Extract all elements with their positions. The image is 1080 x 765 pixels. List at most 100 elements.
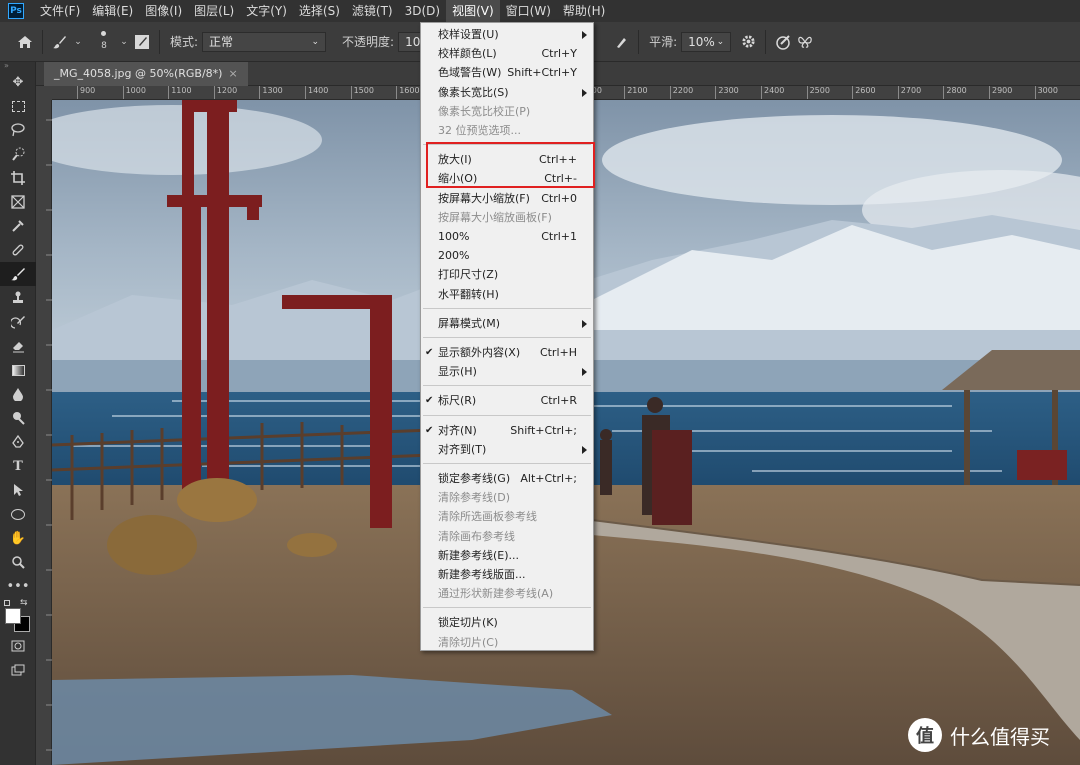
view-menu-item[interactable]: 校样设置(U) [421,25,593,44]
menu-type[interactable]: 文字(Y) [240,0,293,22]
view-menu-item[interactable]: 打印尺寸(Z) [421,265,593,284]
symmetry-butterfly-icon[interactable] [794,31,816,53]
view-menu-item[interactable]: 新建参考线(E)... [421,546,593,565]
menu-item-label: 200% [438,249,470,263]
zoom-tool-icon[interactable] [0,550,36,574]
view-menu-item[interactable]: 色域警告(W) Shift+Ctrl+Y [421,63,593,82]
ruler-tick-label: 1200 [213,86,237,99]
swap-colors-icon[interactable]: ⇆ [20,598,28,608]
view-menu-item[interactable]: 校样颜色(L) Ctrl+Y [421,44,593,63]
menu-separator [423,385,591,387]
ruler-tick-label: 1600 [396,86,420,99]
home-icon[interactable] [14,31,36,53]
eyedropper-tool-icon[interactable] [0,214,36,238]
view-menu-item[interactable]: 锁定参考线(G) Alt+Ctrl+; [421,469,593,488]
view-menu-item[interactable]: 锁定切片(K) [421,613,593,632]
menu-3d[interactable]: 3D(D) [399,0,446,22]
mode-select[interactable]: 正常 ⌄ [202,31,327,52]
ruler-tick-label: 3000 [1034,86,1058,99]
menu-layer[interactable]: 图层(L) [188,0,240,22]
brush-preset-icon[interactable] [49,31,71,53]
pressure-angle-icon[interactable] [772,31,794,53]
smoothing-input[interactable]: 10% ⌄ [681,31,732,52]
quick-select-tool-icon[interactable] [0,142,36,166]
menu-item-label: 清除画布参考线 [438,529,515,543]
blur-tool-icon[interactable] [0,382,36,406]
view-menu-item: 32 位预览选项... [421,121,593,140]
view-menu-item[interactable]: 水平翻转(H) [421,285,593,304]
checkmark-icon: ✔ [425,424,434,436]
lasso-tool-icon[interactable] [0,118,36,142]
menu-item-label: 清除切片(C) [438,635,499,649]
view-menu-item[interactable]: ✔ 标尺(R) Ctrl+R [421,391,593,410]
panel-collapse-icon[interactable]: » [0,62,35,70]
brush-settings-icon[interactable] [131,31,153,53]
menu-item-label: 对齐(N) [438,423,477,437]
menu-item-label: 按屏幕大小缩放画板(F) [438,210,552,224]
menu-help[interactable]: 帮助(H) [557,0,611,22]
view-menu-dropdown: 校样设置(U) 校样颜色(L) Ctrl+Y 色域警告(W) Shift+Ctrl+Y 像… [420,22,594,651]
clone-stamp-tool-icon[interactable] [0,286,36,310]
close-icon[interactable]: × [228,67,237,80]
ruler-tick-label: 2900 [989,86,1012,99]
menu-window[interactable]: 窗口(W) [500,0,557,22]
move-tool-icon[interactable]: ✥ [0,70,36,94]
pen-tool-icon[interactable] [0,430,36,454]
history-brush-tool-icon[interactable] [0,310,36,334]
crop-tool-icon[interactable] [0,166,36,190]
view-menu-item[interactable]: ✔ 对齐(N) Shift+Ctrl+; [421,421,593,440]
menu-select[interactable]: 选择(S) [293,0,346,22]
menu-item-label: 水平翻转(H) [438,287,499,301]
menu-filter[interactable]: 滤镜(T) [346,0,399,22]
screen-mode-icon[interactable] [0,658,36,682]
healing-brush-tool-icon[interactable] [0,238,36,262]
foreground-color-swatch[interactable] [5,608,21,624]
more-tools-icon[interactable]: ••• [0,574,36,598]
menu-separator [423,463,591,464]
view-menu-item[interactable]: 200% [421,246,593,265]
airbrush-icon[interactable] [610,31,632,53]
gear-icon[interactable] [737,31,759,53]
brush-size-preview[interactable]: 8 [91,27,117,57]
menu-item-label: 像素长宽比(S) [438,85,509,99]
menu-item-label: 像素长宽比校正(P) [438,104,531,118]
menu-item-label: 新建参考线(E)... [438,548,520,562]
separator [159,29,160,54]
default-colors-icon[interactable] [4,600,10,606]
dodge-tool-icon[interactable] [0,406,36,430]
view-menu-item[interactable]: 像素长宽比(S) [421,83,593,102]
quick-mask-icon[interactable] [0,634,36,658]
type-tool-icon[interactable]: T [0,454,36,478]
ruler-tick-label: 1300 [259,86,283,99]
hand-tool-icon[interactable]: ✋ [0,526,36,550]
menu-item-label: 100% [438,230,470,243]
submenu-arrow-icon [582,445,587,454]
path-selection-tool-icon[interactable] [0,478,36,502]
view-menu-item[interactable]: 100% Ctrl+1 [421,227,593,246]
view-menu-item[interactable]: 按屏幕大小缩放(F) Ctrl+0 [421,189,593,208]
frame-tool-icon[interactable] [0,190,36,214]
view-menu-item[interactable]: 显示(H) [421,362,593,381]
ellipse-tool-icon[interactable] [0,502,36,526]
brush-tool-icon[interactable] [0,262,36,286]
menu-file[interactable]: 文件(F) [34,0,86,22]
menu-view[interactable]: 视图(V) [446,0,500,22]
ruler-tick-label: 1100 [168,86,192,99]
view-menu-item[interactable]: 新建参考线版面... [421,565,593,584]
gradient-tool-icon[interactable] [0,358,36,382]
document-tab[interactable]: _MG_4058.jpg @ 50%(RGB/8*) × [44,62,248,86]
chevron-down-icon[interactable]: ⌄ [71,31,85,53]
view-menu-item: 通过形状新建参考线(A) [421,584,593,603]
ruler-tick-label: 2600 [852,86,876,99]
vertical-ruler[interactable] [36,100,52,765]
menu-item-label: 锁定切片(K) [438,616,498,630]
chevron-down-icon[interactable]: ⌄ [117,31,131,53]
menu-edit[interactable]: 编辑(E) [86,0,139,22]
menu-item-label: 对齐到(T) [438,442,487,456]
view-menu-item[interactable]: 屏幕模式(M) [421,314,593,333]
view-menu-item[interactable]: ✔ 显示额外内容(X) Ctrl+H [421,343,593,362]
menu-image[interactable]: 图像(I) [139,0,188,22]
marquee-tool-icon[interactable] [0,94,36,118]
view-menu-item[interactable]: 对齐到(T) [421,440,593,459]
eraser-tool-icon[interactable] [0,334,36,358]
